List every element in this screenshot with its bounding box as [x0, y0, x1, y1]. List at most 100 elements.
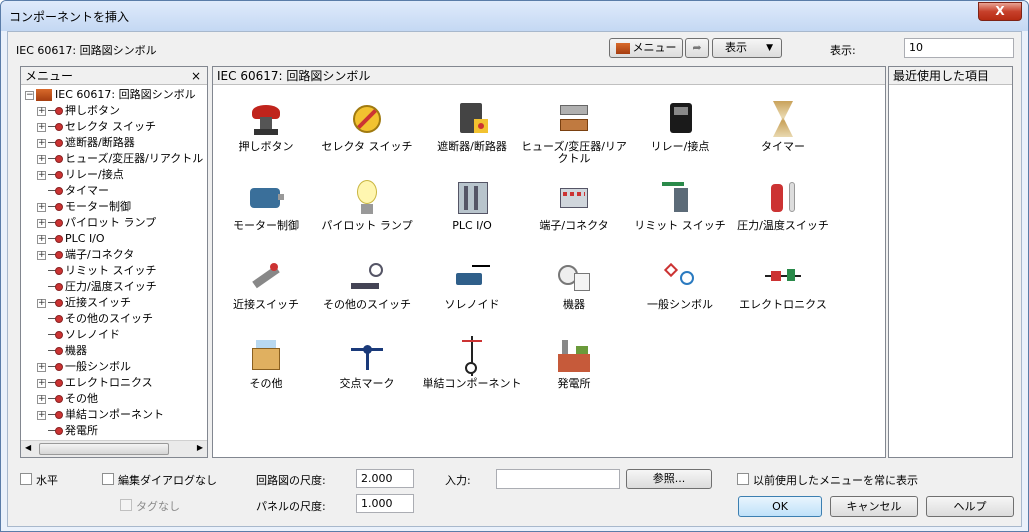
expand-icon[interactable]: +	[37, 106, 46, 116]
expand-icon[interactable]: +	[37, 298, 46, 308]
expand-icon[interactable]: +	[37, 138, 46, 148]
symbol-category-tile[interactable]: その他のスイッチ	[312, 257, 422, 311]
block-name-input[interactable]	[496, 469, 620, 489]
cancel-button[interactable]: キャンセル	[830, 496, 918, 517]
symbol-category-tile[interactable]: PLC I/O	[417, 178, 527, 232]
expand-icon[interactable]: +	[37, 170, 46, 180]
tree-item[interactable]: + セレクタ スイッチ	[37, 119, 156, 135]
symbol-category-tile[interactable]: 近接スイッチ	[211, 257, 321, 311]
close-window-button[interactable]: X	[978, 2, 1022, 21]
junction-icon	[347, 336, 387, 376]
symbol-category-tile[interactable]: 機器	[519, 257, 629, 311]
expand-icon[interactable]: +	[37, 202, 46, 212]
expand-icon[interactable]: +	[37, 378, 46, 388]
tree-item[interactable]: 圧力/温度スイッチ	[37, 279, 157, 295]
tree-item-label: 近接スイッチ	[65, 296, 131, 309]
symbol-category-tile[interactable]: エレクトロニクス	[728, 257, 838, 311]
symbol-category-label: 発電所	[557, 377, 591, 390]
scroll-thumb[interactable]	[39, 443, 169, 455]
tree-item[interactable]: + 近接スイッチ	[37, 295, 131, 311]
symbol-category-tile[interactable]: 発電所	[519, 336, 629, 390]
symbol-category-tile[interactable]: 遮断器/断路器	[417, 99, 527, 153]
symbol-category-tile[interactable]: タイマー	[728, 99, 838, 153]
scroll-left-icon[interactable]: ◀	[25, 443, 31, 452]
display-count-label: 表示:	[830, 44, 856, 57]
symbol-category-tile[interactable]: 一般シンボル	[625, 257, 735, 311]
symbol-node-icon	[48, 187, 63, 195]
symbol-category-tile[interactable]: リレー/接点	[625, 99, 735, 153]
symbol-node-icon	[48, 235, 63, 243]
no-tag-checkbox[interactable]	[120, 499, 132, 511]
symbol-category-tile[interactable]: リミット スイッチ	[625, 178, 735, 232]
ok-button[interactable]: OK	[738, 496, 822, 517]
display-count-input[interactable]: 10	[904, 38, 1014, 58]
always-show-prev-menu-checkbox[interactable]	[737, 473, 749, 485]
expand-icon[interactable]: +	[37, 122, 46, 132]
tree-item[interactable]: + リレー/接点	[37, 167, 124, 183]
menu-button[interactable]: メニュー	[609, 38, 683, 58]
tree-item[interactable]: + PLC I/O	[37, 231, 105, 247]
expand-icon[interactable]: +	[37, 250, 46, 260]
display-dropdown-label: 表示	[725, 41, 747, 54]
tree-item[interactable]: + その他	[37, 391, 98, 407]
symbol-category-tile[interactable]: 単結コンポーネント	[417, 336, 527, 390]
schematic-scale-input[interactable]: 2.000	[356, 469, 414, 488]
symbol-category-tile[interactable]: セレクタ スイッチ	[312, 99, 422, 153]
plc-icon	[452, 178, 492, 218]
symbol-node-icon	[48, 411, 63, 419]
symbol-category-tile[interactable]: モーター制御	[211, 178, 321, 232]
display-dropdown[interactable]: 表示 ▼	[712, 38, 782, 58]
symbol-category-tile[interactable]: その他	[211, 336, 321, 390]
symbol-category-tile[interactable]: 端子/コネクタ	[519, 178, 629, 232]
tree-item[interactable]: + モーター制御	[37, 199, 131, 215]
symbol-category-tile[interactable]: パイロット ランプ	[312, 178, 422, 232]
tree-item[interactable]: + パイロット ランプ	[37, 215, 156, 231]
symbol-category-label: 押しボタン	[238, 140, 294, 153]
back-button[interactable]: ➦	[685, 38, 709, 58]
tree-item[interactable]: + 遮断器/断路器	[37, 135, 135, 151]
symbol-category-label: 端子/コネクタ	[539, 219, 609, 232]
tree-item[interactable]: + 一般シンボル	[37, 359, 131, 375]
symbol-category-label: 圧力/温度スイッチ	[737, 219, 829, 232]
tree-item[interactable]: タイマー	[37, 183, 109, 199]
horizontal-checkbox[interactable]	[20, 473, 32, 485]
help-button[interactable]: ヘルプ	[926, 496, 1014, 517]
tree-item-label: 遮断器/断路器	[65, 136, 135, 149]
symbol-category-tile[interactable]: 交点マーク	[312, 336, 422, 390]
tree-item[interactable]: + 押しボタン	[37, 103, 120, 119]
symbol-category-tile[interactable]: 圧力/温度スイッチ	[728, 178, 838, 232]
tree-root[interactable]: − IEC 60617: 回路図シンボル	[25, 87, 196, 103]
expand-icon[interactable]: +	[37, 234, 46, 244]
tree-item[interactable]: ソレノイド	[37, 327, 120, 343]
tree-item[interactable]: + 単結コンポーネント	[37, 407, 164, 423]
no-edit-dialog-checkbox[interactable]	[102, 473, 114, 485]
expand-icon[interactable]: +	[37, 154, 46, 164]
tree-item[interactable]: リミット スイッチ	[37, 263, 157, 279]
symbol-category-label: 機器	[563, 298, 585, 311]
expand-icon[interactable]: +	[37, 362, 46, 372]
expand-icon[interactable]: +	[37, 218, 46, 228]
tree-item[interactable]: 発電所	[37, 423, 98, 439]
expand-icon[interactable]: +	[37, 394, 46, 404]
menu-icon	[615, 42, 630, 54]
menu-tree-hscrollbar[interactable]: ◀ ▶	[21, 440, 207, 457]
tree-item[interactable]: 機器	[37, 343, 87, 359]
tree-item[interactable]: + エレクトロニクス	[37, 375, 153, 391]
horizontal-label: 水平	[36, 474, 58, 487]
tree-line	[37, 345, 46, 354]
panel-scale-input[interactable]: 1.000	[356, 494, 414, 513]
symbol-category-tile[interactable]: ソレノイド	[417, 257, 527, 311]
expand-icon[interactable]: +	[37, 410, 46, 420]
scroll-right-icon[interactable]: ▶	[197, 443, 203, 452]
tree-item[interactable]: + 端子/コネクタ	[37, 247, 134, 263]
symbol-category-label: PLC I/O	[452, 219, 492, 232]
collapse-icon[interactable]: −	[25, 90, 34, 100]
symbol-category-tile[interactable]: ヒューズ/変圧器/リア クトル	[519, 99, 629, 165]
browse-button[interactable]: 参照...	[626, 469, 712, 489]
close-menu-panel-icon[interactable]: ×	[191, 67, 201, 85]
symbol-grid-header: IEC 60617: 回路図シンボル	[213, 67, 885, 85]
tree-item[interactable]: + ヒューズ/変圧器/リアクトル	[37, 151, 203, 167]
tree-item[interactable]: その他のスイッチ	[37, 311, 153, 327]
tree-item-label: モーター制御	[65, 200, 131, 213]
symbol-category-tile[interactable]: 押しボタン	[211, 99, 321, 153]
